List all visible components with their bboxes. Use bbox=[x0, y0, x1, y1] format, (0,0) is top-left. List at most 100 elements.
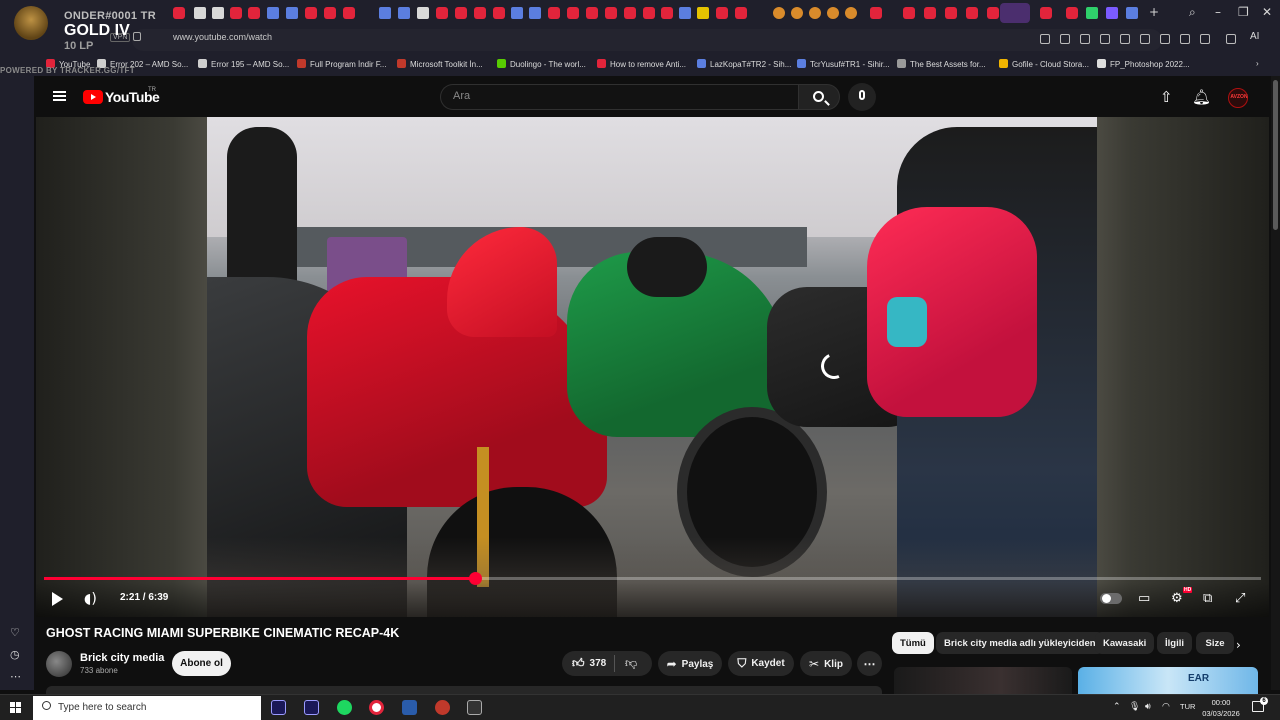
speaker-icon[interactable]: 🔊︎ bbox=[1145, 702, 1151, 712]
tab-youtube-icon[interactable] bbox=[735, 7, 747, 19]
chip-related[interactable]: İlgili bbox=[1157, 632, 1192, 654]
wallet-icon[interactable] bbox=[1226, 34, 1236, 44]
upload-icon[interactable]: ⇧ bbox=[1160, 88, 1173, 106]
menu-icon[interactable] bbox=[53, 91, 66, 101]
clip-button[interactable]: ✂ Klip bbox=[800, 651, 852, 676]
bookmarks-overflow-icon[interactable]: › bbox=[1256, 59, 1259, 68]
tab-site-icon[interactable] bbox=[286, 7, 298, 19]
close-icon[interactable]: ✕ bbox=[1262, 5, 1272, 19]
more-actions-button[interactable]: ⋯ bbox=[857, 651, 882, 676]
tab-youtube-icon[interactable] bbox=[966, 7, 978, 19]
tab-youtube-icon[interactable] bbox=[643, 7, 655, 19]
bookmark-item[interactable]: FP_Photoshop 2022... bbox=[1097, 59, 1190, 69]
play-icon[interactable] bbox=[52, 592, 63, 606]
more-icon[interactable]: ⋯ bbox=[10, 670, 21, 683]
progress-bar[interactable] bbox=[44, 572, 1261, 585]
tab-youtube-icon[interactable] bbox=[716, 7, 728, 19]
history-icon[interactable]: ◷ bbox=[10, 648, 20, 661]
scrollbar[interactable] bbox=[1271, 76, 1280, 690]
bookmark-item[interactable]: The Best Assets for... bbox=[897, 59, 986, 69]
download-icon[interactable] bbox=[1160, 34, 1170, 44]
subtitles-icon[interactable]: ▭ bbox=[1138, 591, 1150, 606]
language-indicator[interactable]: TUR bbox=[1180, 702, 1195, 711]
tab-youtube-icon[interactable] bbox=[343, 7, 355, 19]
video-player[interactable]: ◖) 2:21 / 6:39 ▭ ⚙ HD ⧉ ⤢ bbox=[36, 117, 1269, 617]
taskbar-search[interactable]: Type here to search bbox=[33, 696, 261, 720]
minimize-icon[interactable]: – bbox=[1215, 5, 1221, 19]
camera-icon[interactable] bbox=[1060, 34, 1070, 44]
tab-youtube-icon[interactable] bbox=[605, 7, 617, 19]
tab-youtube-icon[interactable] bbox=[987, 7, 999, 19]
tab-site-icon[interactable] bbox=[697, 7, 709, 19]
video-frame[interactable] bbox=[207, 117, 1097, 617]
subscribe-button[interactable]: Abone ol bbox=[172, 651, 231, 676]
extension-icon[interactable] bbox=[1100, 34, 1110, 44]
tab-youtube-icon[interactable] bbox=[548, 7, 560, 19]
shield-icon[interactable] bbox=[1080, 34, 1090, 44]
notification-center-icon[interactable]: 6 bbox=[1252, 697, 1268, 712]
channel-avatar[interactable] bbox=[46, 651, 72, 677]
tray-overflow-icon[interactable]: ⌃ bbox=[1113, 702, 1121, 712]
like-button[interactable]: 👍︎ 378 bbox=[562, 651, 652, 676]
tab-youtube-icon[interactable] bbox=[1040, 7, 1052, 19]
search-button[interactable] bbox=[798, 84, 840, 110]
tab-site-icon[interactable] bbox=[845, 7, 857, 19]
fullscreen-icon[interactable]: ⤢ bbox=[1235, 591, 1245, 606]
tab-youtube-icon[interactable] bbox=[324, 7, 336, 19]
tab-site-icon[interactable] bbox=[791, 7, 803, 19]
ai-button[interactable]: AI bbox=[1250, 31, 1259, 42]
clock[interactable]: 00:00 03/03/2026 bbox=[1201, 697, 1241, 719]
tab-youtube-icon[interactable] bbox=[474, 7, 486, 19]
tab-youtube-icon[interactable] bbox=[436, 7, 448, 19]
search-input[interactable] bbox=[453, 90, 773, 102]
tab-site-icon[interactable] bbox=[679, 7, 691, 19]
wifi-icon[interactable]: ◠ bbox=[1162, 702, 1170, 712]
menu-icon[interactable] bbox=[1180, 34, 1190, 44]
tab-site-icon[interactable] bbox=[1126, 7, 1138, 19]
tab-site-icon[interactable] bbox=[773, 7, 785, 19]
tab-youtube-icon[interactable] bbox=[455, 7, 467, 19]
chip-for-you[interactable]: Size bbox=[1196, 632, 1234, 654]
bookmark-item[interactable]: LazKopaT#TR2 - Sih... bbox=[697, 59, 791, 69]
description-box[interactable] bbox=[46, 686, 882, 694]
tab-site-icon[interactable] bbox=[267, 7, 279, 19]
tab-active[interactable] bbox=[1000, 3, 1030, 23]
tab-youtube-icon[interactable] bbox=[567, 7, 579, 19]
bookmark-item[interactable]: TcrYusuf#TR1 - Sihir... bbox=[797, 59, 890, 69]
windows-start-icon[interactable] bbox=[10, 702, 22, 714]
opera-icon[interactable] bbox=[369, 700, 384, 715]
bell-icon[interactable]: 🔔︎ bbox=[1192, 88, 1211, 106]
tab-site-icon[interactable] bbox=[529, 7, 541, 19]
edit-icon[interactable] bbox=[1040, 34, 1050, 44]
youtube-logo-icon[interactable] bbox=[83, 90, 103, 104]
autoplay-toggle[interactable] bbox=[1100, 593, 1122, 604]
scrollbar-thumb[interactable] bbox=[1273, 80, 1278, 230]
calculator-icon[interactable] bbox=[402, 700, 417, 715]
tab-youtube-icon[interactable] bbox=[248, 7, 260, 19]
url-field[interactable] bbox=[132, 29, 1162, 51]
tab-doc-icon[interactable] bbox=[212, 7, 224, 19]
bookmark-item[interactable]: Full Program İndir F... bbox=[297, 59, 386, 69]
chevron-right-icon[interactable]: › bbox=[1236, 638, 1241, 652]
tab-doc-icon[interactable] bbox=[417, 7, 429, 19]
tab-youtube-icon[interactable] bbox=[305, 7, 317, 19]
tab-site-icon[interactable] bbox=[379, 7, 391, 19]
chip-kawasaki[interactable]: Kawasaki bbox=[1095, 632, 1155, 654]
tab-youtube-icon[interactable] bbox=[624, 7, 636, 19]
tab-site-icon[interactable] bbox=[1086, 7, 1098, 19]
tab-youtube-icon[interactable] bbox=[945, 7, 957, 19]
search-tabs-icon[interactable]: ⌕ bbox=[1189, 5, 1196, 20]
spotify-icon[interactable] bbox=[337, 700, 352, 715]
epic-games-icon[interactable] bbox=[467, 700, 482, 715]
share-button[interactable]: ➦ Paylaş bbox=[658, 651, 722, 676]
tab-youtube-icon[interactable] bbox=[1066, 7, 1078, 19]
voice-search-button[interactable] bbox=[848, 83, 876, 111]
league-client-icon[interactable] bbox=[435, 700, 450, 715]
maximize-icon[interactable]: ❐ bbox=[1238, 5, 1249, 19]
settings-gear-icon[interactable]: ⚙ bbox=[1171, 591, 1183, 606]
tab-youtube-icon[interactable] bbox=[903, 7, 915, 19]
thumbs-down-icon[interactable]: 👎︎ bbox=[625, 656, 637, 671]
recommended-thumbnail[interactable] bbox=[894, 667, 1072, 694]
save-button[interactable]: ⛉ Kaydet bbox=[728, 651, 794, 676]
volume-icon[interactable]: ◖) bbox=[84, 591, 97, 607]
